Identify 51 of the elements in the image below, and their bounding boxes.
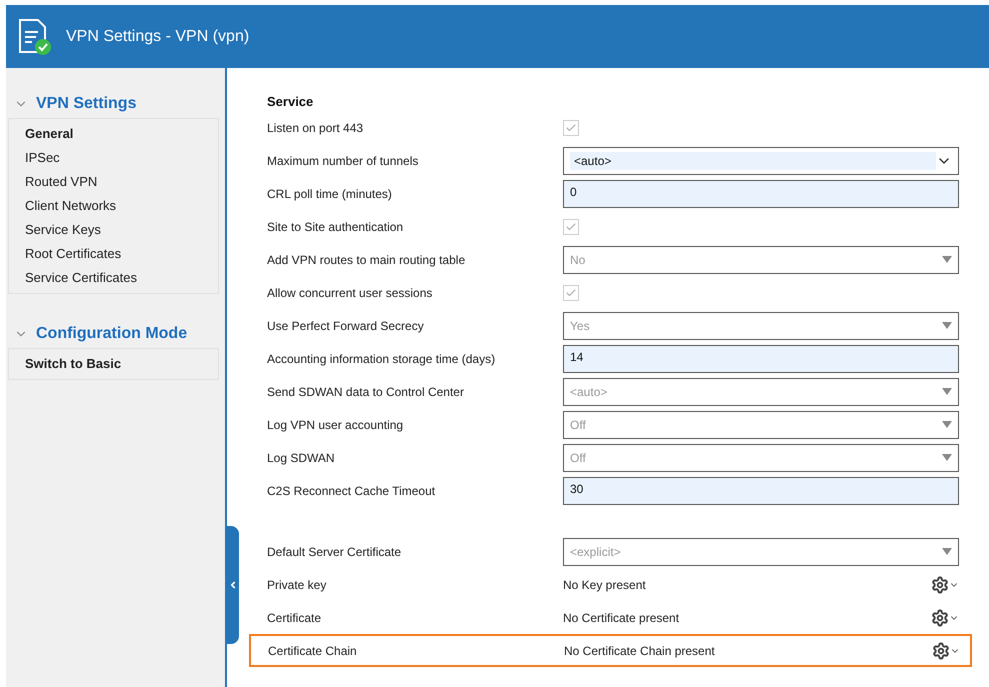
dropdown-arrow-icon [942, 548, 952, 555]
setting-label: C2S Reconnect Cache Timeout [267, 484, 436, 498]
document-check-icon [18, 18, 52, 56]
sidebar-item[interactable]: Routed VPN [9, 171, 218, 195]
dropdown-arrow-icon [942, 256, 952, 263]
sidebar-item[interactable]: Client Networks [9, 195, 218, 219]
collapse-handle[interactable] [227, 526, 239, 644]
gear-menu-button[interactable] [931, 576, 959, 594]
check-icon [565, 286, 577, 298]
section-header[interactable]: Configuration Mode [6, 322, 188, 346]
setting-label: Send SDWAN data to Control Center [267, 384, 465, 398]
gear-menu-button[interactable] [932, 642, 960, 660]
setting-label: Use Perfect Forward Secrecy [267, 318, 425, 332]
setting-label: Private key [267, 578, 328, 592]
sidebar-item[interactable]: Service Certificates [9, 267, 218, 291]
sidebar-item[interactable]: IPSec [9, 147, 218, 171]
setting-label: Listen on port 443 [267, 120, 364, 134]
status-text: No Key present [563, 578, 646, 592]
gear-icon [931, 576, 949, 594]
status-text: No Certificate present [563, 610, 680, 624]
setting-label: Site to Site authentication [267, 220, 404, 234]
setting-label: Allow concurrent user sessions [267, 286, 434, 300]
setting-label: Maximum number of tunnels [267, 154, 420, 168]
setting-label: Add VPN routes to main routing table [267, 252, 466, 266]
sidebar-item[interactable]: Root Certificates [9, 243, 218, 267]
dropdown-arrow-icon [942, 388, 952, 395]
sidebar-item[interactable]: Service Keys [9, 219, 218, 243]
check-icon [565, 122, 577, 134]
input-field[interactable]: 30 [563, 476, 959, 504]
gear-icon [931, 608, 949, 626]
section-title: Service [267, 94, 314, 109]
sidebar-item[interactable]: General [9, 123, 218, 147]
check-icon [565, 220, 577, 232]
gear-menu-button[interactable] [931, 608, 959, 626]
setting-label: Certificate Chain [268, 644, 358, 658]
window-title: VPN Settings - VPN (vpn) [66, 28, 250, 46]
status-text: No Certificate Chain present [564, 644, 715, 658]
dropdown-arrow-icon [942, 322, 952, 329]
dropdown-arrow-icon [942, 421, 952, 428]
setting-label: Certificate [267, 610, 322, 624]
gear-icon [932, 642, 950, 660]
setting-label: Log VPN user accounting [267, 418, 404, 432]
setting-label: CRL poll time (minutes) [267, 186, 393, 200]
section-header[interactable]: VPN Settings [6, 92, 136, 116]
setting-label: Log SDWAN [267, 450, 336, 464]
dropdown-field[interactable]: <auto> [563, 146, 959, 174]
setting-label: Accounting information storage time (days) [267, 352, 496, 366]
input-field[interactable]: 0 [563, 180, 959, 208]
dropdown-arrow-icon [942, 454, 952, 461]
setting-label: Default Server Certificate [267, 544, 402, 558]
input-field[interactable]: 14 [563, 344, 959, 372]
